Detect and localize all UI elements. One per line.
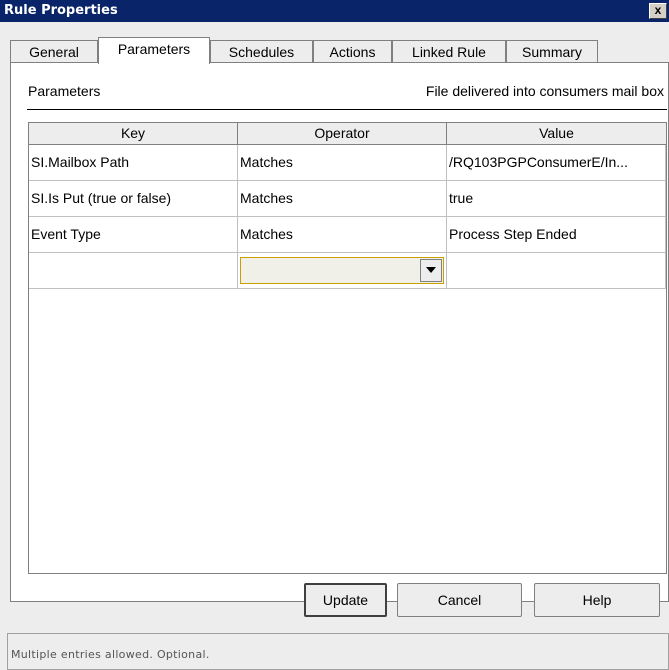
column-header-value[interactable]: Value (447, 123, 666, 145)
tab-linked-rule[interactable]: Linked Rule (392, 40, 506, 62)
new-value-cell[interactable] (447, 253, 666, 289)
table-header: Key Operator Value (29, 123, 666, 145)
cell-value[interactable]: /RQ103PGPConsumerE/In... (447, 145, 666, 181)
cell-key[interactable]: SI.Mailbox Path (29, 145, 238, 181)
cell-value[interactable]: Process Step Ended (447, 217, 666, 253)
dialog-body: General Parameters Schedules Actions Lin… (0, 22, 669, 670)
cell-key[interactable]: Event Type (29, 217, 238, 253)
update-button[interactable]: Update (304, 583, 387, 617)
tab-actions[interactable]: Actions (313, 40, 392, 62)
chevron-down-icon (426, 267, 436, 273)
section-divider (27, 109, 667, 110)
column-header-key[interactable]: Key (29, 123, 238, 145)
tab-parameters[interactable]: Parameters (98, 37, 210, 64)
section-description: File delivered into consumers mail box (425, 83, 664, 99)
new-operator-cell[interactable] (238, 253, 447, 289)
title-bar: Rule Properties x (0, 0, 669, 22)
help-button[interactable]: Help (534, 583, 660, 617)
tab-summary[interactable]: Summary (506, 40, 598, 62)
status-text: Multiple entries allowed. Optional. (11, 648, 210, 661)
tab-schedules[interactable]: Schedules (210, 40, 313, 62)
window-title: Rule Properties (4, 3, 118, 18)
column-header-operator[interactable]: Operator (238, 123, 447, 145)
cancel-button[interactable]: Cancel (397, 583, 522, 617)
rule-properties-window: Rule Properties x General Parameters Sch… (0, 0, 669, 670)
parameters-table: Key Operator Value SI.Mailbox Path Match… (28, 122, 667, 574)
cell-key[interactable]: SI.Is Put (true or false) (29, 181, 238, 217)
cell-value[interactable]: true (447, 181, 666, 217)
cell-operator[interactable]: Matches (238, 145, 447, 181)
status-bar: Multiple entries allowed. Optional. (7, 633, 669, 670)
table-row[interactable]: Event Type Matches Process Step Ended (29, 217, 666, 253)
parameters-panel: Parameters File delivered into consumers… (10, 62, 669, 602)
table-row[interactable]: SI.Is Put (true or false) Matches true (29, 181, 666, 217)
new-entry-row[interactable] (29, 253, 666, 289)
cell-operator[interactable]: Matches (238, 181, 447, 217)
operator-dropdown[interactable] (240, 257, 444, 284)
section-title: Parameters (28, 83, 101, 99)
tab-general[interactable]: General (10, 40, 98, 62)
table-row[interactable]: SI.Mailbox Path Matches /RQ103PGPConsume… (29, 145, 666, 181)
cell-operator[interactable]: Matches (238, 217, 447, 253)
operator-dropdown-button[interactable] (420, 259, 442, 282)
new-key-cell[interactable] (29, 253, 238, 289)
close-icon: x (654, 3, 662, 17)
close-button[interactable]: x (649, 3, 667, 19)
